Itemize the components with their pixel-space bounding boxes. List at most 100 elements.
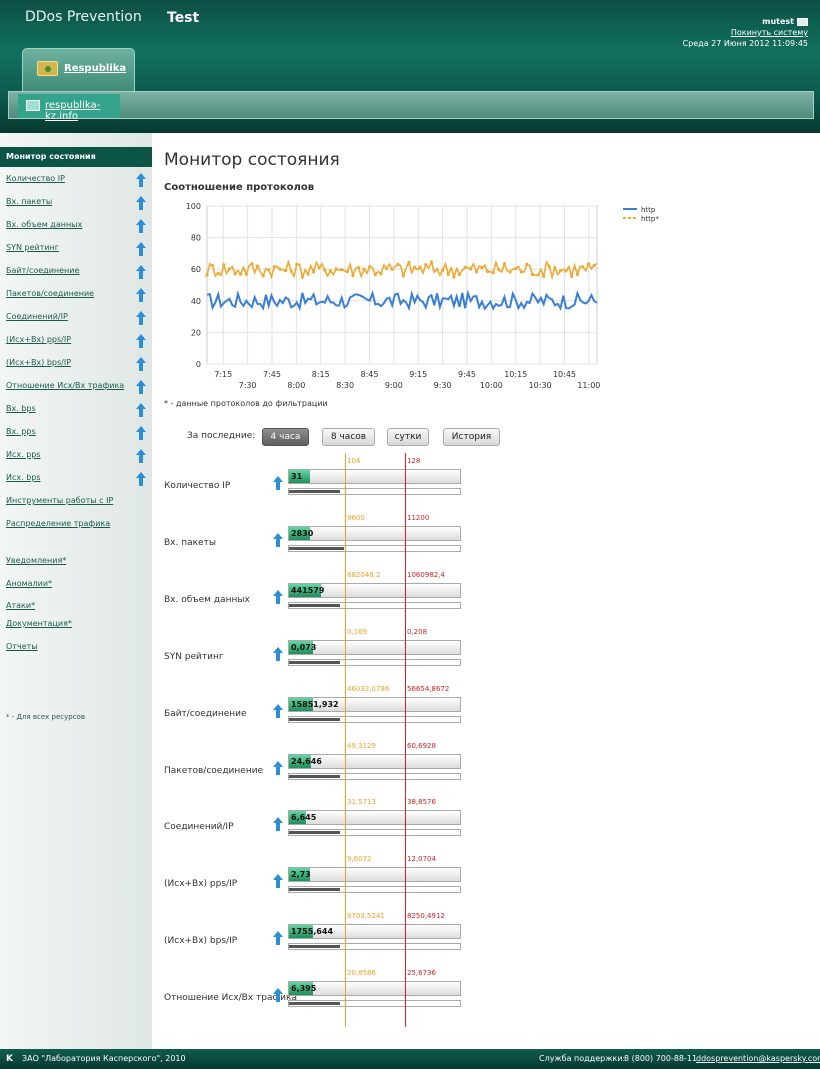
sidebar-item[interactable]: SYN рейтинг xyxy=(6,243,59,252)
sidebar-item[interactable]: Количество IP xyxy=(6,174,65,183)
protocol-chart: 0 20 40 60 80 100 7:15 7:45 8:15 8:45 9:15 9:45 10:1… xyxy=(186,202,660,390)
arrow-up-icon xyxy=(136,426,146,440)
sidebar-item[interactable]: (Исх+Вх) pps/IP xyxy=(6,335,71,344)
arrow-up-icon xyxy=(273,703,283,718)
period-button[interactable]: сутки xyxy=(387,428,429,446)
warn-threshold-label: 9600 xyxy=(347,513,365,522)
x-tick-label: 8:45 xyxy=(361,370,379,379)
filter-note: * - данные протоколов до фильтрации xyxy=(164,399,328,408)
series-point xyxy=(306,272,310,276)
period-button[interactable]: 4 часа xyxy=(262,428,309,446)
sidebar-extra-item[interactable]: Документация* xyxy=(6,619,72,628)
sidebar-extra-item[interactable]: Атаки* xyxy=(6,601,35,610)
logout-link[interactable]: Покинуть систему xyxy=(731,28,808,37)
metric-value: 2830 xyxy=(291,528,314,538)
metric-row: Вх. пакеты 2830 9600 11200 xyxy=(152,509,820,572)
period-button[interactable]: История xyxy=(443,428,500,446)
metric-subbar-fill xyxy=(289,945,341,949)
warn-threshold-label: 8703,5241 xyxy=(347,912,385,921)
series-point xyxy=(379,272,383,276)
arrow-up-icon xyxy=(136,219,146,233)
tab-label[interactable]: Respublika xyxy=(64,63,126,74)
period-button[interactable]: 8 часов xyxy=(322,428,375,446)
sidebar-item[interactable]: Отношение Исх/Вх трафика xyxy=(6,381,124,390)
arrow-up-icon xyxy=(273,817,283,832)
series-point xyxy=(441,268,445,272)
support-email-link[interactable]: ddosprevention@kaspersky.com xyxy=(696,1054,820,1063)
metric-bar: 0,073 xyxy=(288,639,461,655)
sidebar-item[interactable]: Исх. bps xyxy=(6,473,41,482)
arrow-up-icon xyxy=(136,196,146,210)
metric-value: 2,73 xyxy=(291,870,311,880)
warn-threshold-line xyxy=(345,851,346,914)
metric-value: 31 xyxy=(291,472,303,481)
crit-threshold-line xyxy=(405,851,406,914)
arrow-up-icon xyxy=(273,874,283,889)
series-point xyxy=(396,262,400,266)
series-point xyxy=(278,267,282,271)
series-point xyxy=(239,272,243,276)
metric-label: Байт/соединение xyxy=(164,708,247,719)
metric-value: 6,395 xyxy=(291,984,317,994)
sidebar-item[interactable]: Вх. pps xyxy=(6,427,36,436)
metric-subbar-fill xyxy=(289,490,341,493)
sidebar-heading[interactable]: Монитор состояния xyxy=(0,147,152,167)
crit-threshold-label: 25,6736 xyxy=(407,969,436,978)
sidebar-item[interactable]: Вх. пакеты xyxy=(6,197,52,206)
y-tick-label: 80 xyxy=(191,234,201,243)
sidebar-item[interactable]: (Исх+Вх) bps/IP xyxy=(6,358,71,367)
arrow-up-icon xyxy=(273,646,283,661)
mail-icon[interactable] xyxy=(797,17,808,26)
arrow-up-icon xyxy=(136,449,146,463)
metric-row: SYN рейтинг 0,073 0,169 0,208 xyxy=(152,623,820,686)
warn-threshold-line xyxy=(345,737,346,800)
sidebar-item[interactable]: Вх. bps xyxy=(6,404,36,413)
sidebar-item[interactable]: Байт/соединение xyxy=(6,266,79,275)
sidebar-extra-item[interactable]: Отчеты xyxy=(6,642,38,651)
warn-threshold-label: 31,5713 xyxy=(347,798,376,807)
metric-row: Соединений/IP 6,645 31,5713 38,8576 xyxy=(152,794,820,857)
crit-threshold-label: 60,6928 xyxy=(407,741,436,750)
series-point xyxy=(323,268,327,272)
x-tick-label: 8:00 xyxy=(287,381,305,390)
crit-threshold-line xyxy=(405,737,406,800)
sidebar-extra-item[interactable]: Уведомления* xyxy=(6,556,66,565)
brand-name: DDos Prevention xyxy=(25,9,142,25)
series-point xyxy=(525,262,529,266)
period-label: За последние: xyxy=(187,431,256,441)
metric-value: 6,645 xyxy=(291,813,317,823)
metric-subbar xyxy=(288,715,461,723)
series-point xyxy=(407,260,411,265)
metric-value: 24,646 xyxy=(291,756,322,766)
crit-threshold-line xyxy=(405,623,406,686)
series-point xyxy=(592,263,596,268)
sidebar-item[interactable]: Вх. объем данных xyxy=(6,220,82,229)
sidebar-item[interactable]: Исх. pps xyxy=(6,450,41,459)
series-point xyxy=(233,272,237,276)
sidebar-extra-item[interactable]: Аномалии* xyxy=(6,579,52,588)
sidebar-item[interactable]: Инструменты работы с IP xyxy=(6,496,113,505)
resource-tab[interactable]: respublika-kz.info xyxy=(18,94,120,122)
x-tick-label: 11:00 xyxy=(577,381,600,390)
x-tick-label: 9:00 xyxy=(385,381,403,390)
metric-label: Количество IP xyxy=(164,481,231,491)
x-tick-label: 8:15 xyxy=(312,370,330,379)
crit-threshold-label: 12,0704 xyxy=(407,855,436,864)
crit-threshold-line xyxy=(405,965,406,1028)
metric-bar: 6,645 xyxy=(288,810,461,826)
series-point xyxy=(289,269,293,273)
sidebar-item[interactable]: Пакетов/соединение xyxy=(6,289,94,298)
series-point xyxy=(558,269,563,273)
metric-value: 15851,932 xyxy=(291,699,339,709)
tab-respublika[interactable]: Respublika xyxy=(22,48,135,92)
metric-label: Вх. объем данных xyxy=(164,594,250,605)
series-point xyxy=(542,274,546,278)
metric-row: Байт/соединение 15851,932 46032,0796 56654,… xyxy=(152,680,820,743)
warn-threshold-label: 9,6072 xyxy=(347,855,372,864)
series-point xyxy=(295,262,299,266)
resource-link[interactable]: respublika-kz.info xyxy=(45,100,120,122)
sidebar-item[interactable]: Распределение трафика xyxy=(6,519,110,528)
metric-label: SYN рейтинг xyxy=(164,651,224,662)
x-tick-label: 9:15 xyxy=(409,370,427,379)
sidebar-item[interactable]: Соединений/IP xyxy=(6,312,68,321)
